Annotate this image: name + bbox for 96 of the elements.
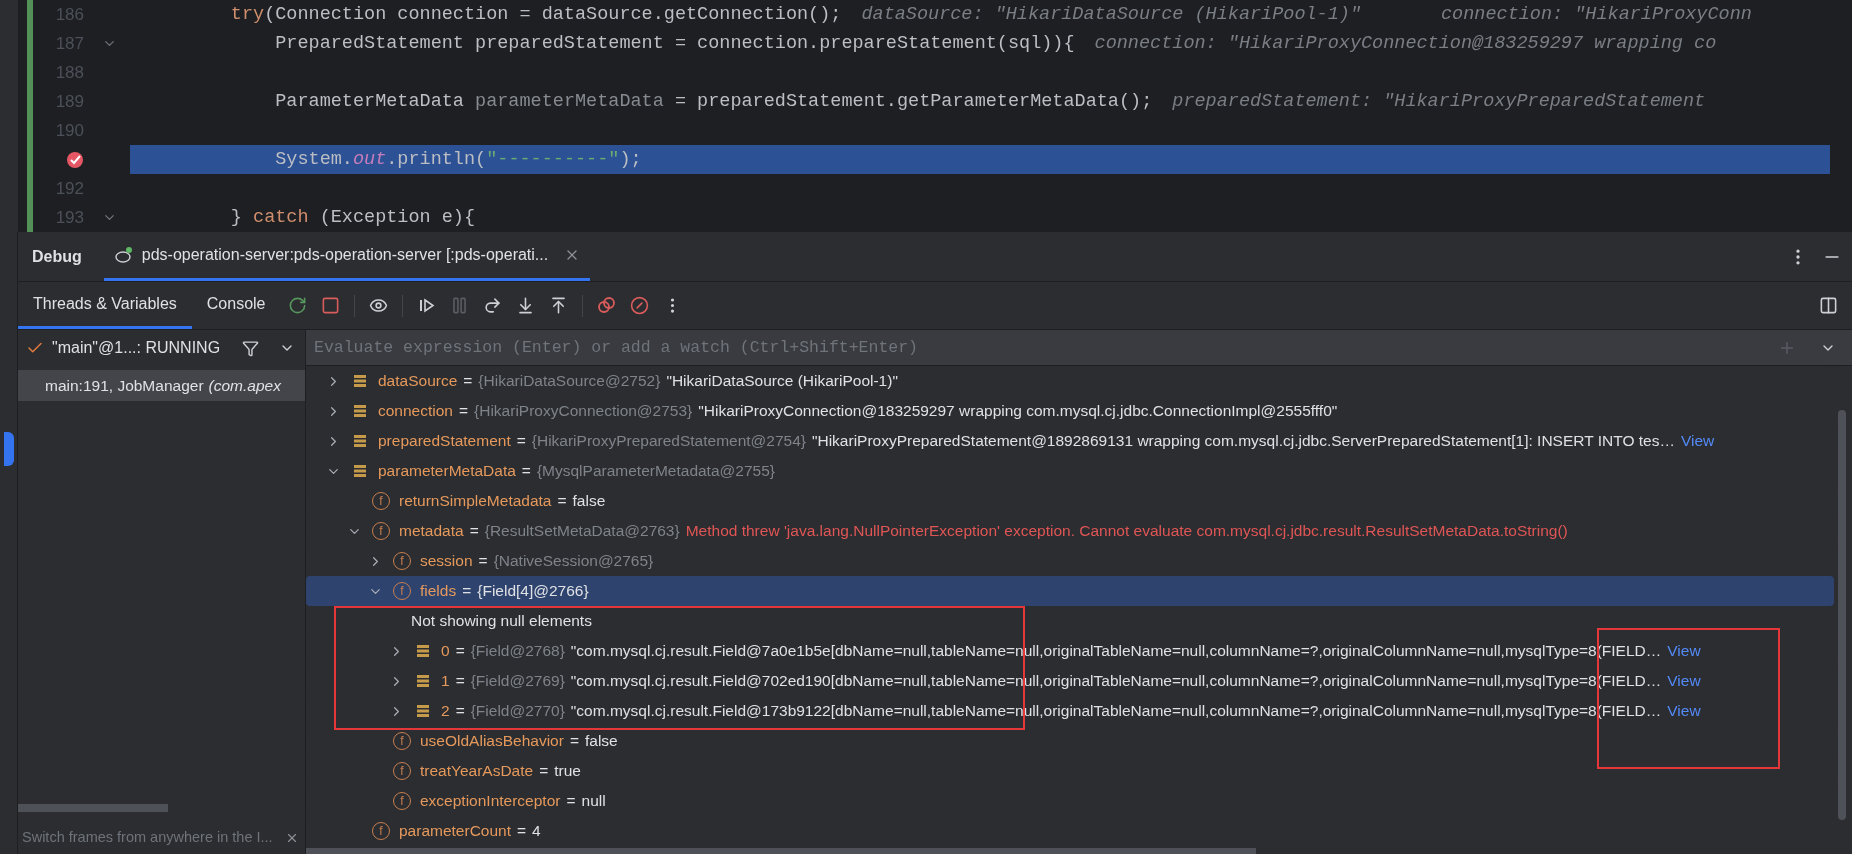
variable-icon xyxy=(353,464,367,478)
view-link[interactable]: View xyxy=(1667,639,1701,663)
view-link[interactable]: View xyxy=(1667,699,1701,723)
variable-name: 0 xyxy=(441,641,450,662)
code-text: } catch (Exception e){ xyxy=(229,205,476,230)
variable-value: {Field[4]@2766} xyxy=(477,581,589,602)
tool-window-icon[interactable] xyxy=(3,432,14,466)
variable-row[interactable]: f fields = {Field[4]@2766} xyxy=(306,576,1834,606)
session-tab-label: pds-operation-server:pds-operation-server [:pds-operati... xyxy=(141,245,549,265)
equals-sign: = xyxy=(539,761,549,782)
view-tab[interactable]: Threads & Variables xyxy=(18,282,192,329)
variable-type: {Field@2768} xyxy=(470,641,565,662)
variable-type: {MysqlParameterMetadata@2755} xyxy=(536,461,775,482)
equals-sign: = xyxy=(516,431,526,452)
variable-type: {Field@2769} xyxy=(470,671,565,692)
scrollbar[interactable] xyxy=(18,804,168,812)
variable-value: null xyxy=(581,791,606,812)
equals-sign: = xyxy=(566,791,576,812)
code-text: try(Connection connection = dataSource.getConnection(); xyxy=(229,2,842,27)
variable-value: true xyxy=(554,761,581,782)
variable-name: session xyxy=(420,551,473,572)
variable-value: false xyxy=(584,731,618,752)
variable-name: exceptionInterceptor xyxy=(420,791,561,812)
variable-name: connection xyxy=(378,401,453,422)
variable-icon xyxy=(416,644,430,658)
variable-name: 1 xyxy=(441,671,450,692)
variable-name: metadata xyxy=(399,521,464,542)
error-message: Method threw 'java.lang.NullPointerException' exception. Cannot evaluate com.mysql.cj.jdbc.result.ResultSetMetaData.toString() xyxy=(685,521,1568,542)
code-text: PreparedStatement preparedStatement = connection.prepareStatement(sql)){ xyxy=(274,31,1075,56)
inline-value-hint: dataSource: "HikariDataSource (HikariPool-1)" xyxy=(861,2,1361,27)
breakpoint-icon[interactable] xyxy=(66,150,84,169)
eye-icon[interactable] xyxy=(369,296,389,315)
variable-value: 4 xyxy=(532,821,541,842)
tip-text: Switch frames from anywhere in the I... xyxy=(22,828,273,848)
frame-location: (com.apex xyxy=(208,375,281,396)
equals-sign: = xyxy=(462,581,472,602)
variable-value: false xyxy=(572,491,606,512)
equals-sign: = xyxy=(459,401,469,422)
equals-sign: = xyxy=(478,551,488,572)
scrollbar[interactable] xyxy=(1838,410,1846,820)
view-link[interactable]: View xyxy=(1680,429,1715,453)
rerun-icon[interactable] xyxy=(288,296,308,315)
breakpoints-icon[interactable] xyxy=(597,296,617,315)
variable-value: "HikariProxyConnection@183259297 wrapping com.mysql.cj.jdbc.ConnectionImpl@2555fff0" xyxy=(698,401,1338,422)
variable-icon xyxy=(416,704,430,718)
equals-sign: = xyxy=(455,641,465,662)
close-icon[interactable] xyxy=(285,831,299,845)
inline-value-hint: connection: "HikariProxyConn xyxy=(1441,2,1752,27)
resume-icon[interactable] xyxy=(417,296,437,315)
variable-type: {HikariProxyPreparedStatement@2754} xyxy=(531,431,806,452)
variable-icon xyxy=(353,374,367,388)
variable-value: "HikariDataSource (HikariPool-1)" xyxy=(666,371,898,392)
equals-sign: = xyxy=(517,821,527,842)
session-tab[interactable]: pds-operation-server:pds-operation-server [:pds-operati... xyxy=(103,232,591,281)
equals-sign: = xyxy=(455,671,465,692)
code-text: System.out.println("----------"); xyxy=(274,147,642,172)
variable-name: fields xyxy=(420,581,457,602)
stack-frame[interactable]: main:191, JobManager (com.apex xyxy=(18,370,305,401)
equals-sign: = xyxy=(557,491,567,512)
variable-icon xyxy=(353,404,367,418)
inline-value-hint: preparedStatement: "HikariProxyPreparedStatement xyxy=(1172,89,1706,114)
variable-name: parameterMetaData xyxy=(378,461,516,482)
equals-sign: = xyxy=(521,461,531,482)
inline-value-hint: connection: "HikariProxyConnection@183259297 wrapping co xyxy=(1094,31,1717,56)
variable-value: "HikariProxyPreparedStatement@1892869131 wrapping com.mysql.cj.jdbc.ServerPreparedStatement[1]: INSERT INTO tes… xyxy=(812,431,1675,452)
equals-sign: = xyxy=(569,731,579,752)
mute-breakpoints-icon[interactable] xyxy=(630,296,650,315)
view-tab[interactable]: Console xyxy=(191,282,281,329)
variable-icon xyxy=(416,674,430,688)
variable-name: returnSimpleMetadata xyxy=(399,491,552,512)
stop-icon[interactable] xyxy=(321,296,341,315)
variable-name: treatYearAsDate xyxy=(420,761,534,782)
scrollbar[interactable] xyxy=(306,848,1256,854)
filter-icon[interactable] xyxy=(242,339,259,357)
equals-sign: = xyxy=(455,701,465,722)
equals-sign: = xyxy=(463,371,473,392)
variable-type: {NativeSession@2765} xyxy=(493,551,654,572)
bug-icon xyxy=(113,246,134,264)
variable-name: 2 xyxy=(441,701,450,722)
equals-sign: = xyxy=(469,521,479,542)
frame-method: main:191, JobManager xyxy=(45,375,204,396)
code-text: ParameterMetaData parameterMetaData = preparedStatement.getParameterMetaData(); xyxy=(274,89,1153,114)
variable-type: {Field@2770} xyxy=(470,701,565,722)
variable-type: {HikariProxyConnection@2753} xyxy=(474,401,693,422)
variable-icon xyxy=(353,434,367,448)
view-link[interactable]: View xyxy=(1667,669,1701,693)
variable-name: parameterCount xyxy=(399,821,511,842)
thread-selector[interactable]: "main"@1...: RUNNING xyxy=(52,336,221,360)
variable-type: {ResultSetMetaData@2763} xyxy=(484,521,680,542)
layout-icon[interactable] xyxy=(1819,296,1838,315)
variable-name: dataSource xyxy=(378,371,458,392)
panel-title: Debug xyxy=(32,246,82,267)
tree-note: Not showing null elements xyxy=(411,611,592,632)
variable-type: {HikariDataSource@2752} xyxy=(478,371,661,392)
variable-name: preparedStatement xyxy=(378,431,511,452)
variable-name: useOldAliasBehavior xyxy=(420,731,564,752)
